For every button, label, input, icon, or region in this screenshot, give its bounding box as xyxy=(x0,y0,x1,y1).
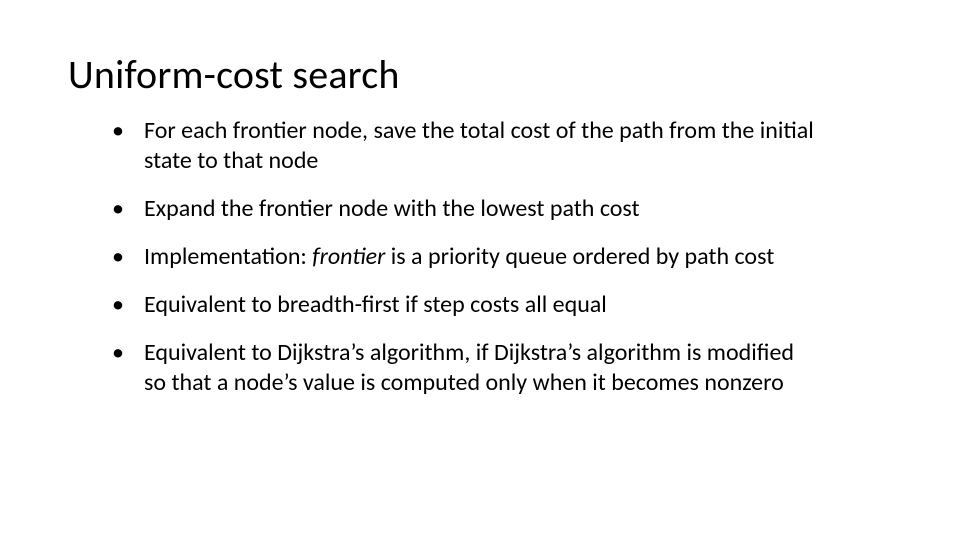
slide: Uniform-cost search •For each frontier n… xyxy=(0,0,960,540)
bullet-text: Expand the frontier node with the lowest… xyxy=(144,194,640,223)
bullet-item: •Equivalent to Dijkstra’s algorithm, if … xyxy=(128,338,818,398)
bullet-item: •Expand the frontier node with the lowes… xyxy=(128,194,818,224)
bullet-item: •For each frontier node, save the total … xyxy=(128,116,818,176)
bullet-text: Equivalent to breadth-first if step cost… xyxy=(144,290,607,319)
slide-body: •For each frontier node, save the total … xyxy=(128,116,818,416)
bullet-dot-icon: • xyxy=(128,194,144,224)
bullet-text: Implementation: xyxy=(144,242,312,271)
bullet-dot-icon: • xyxy=(128,290,144,320)
bullet-item: •Equivalent to breadth-first if step cos… xyxy=(128,290,818,320)
bullet-text: For each frontier node, save the total c… xyxy=(144,116,814,175)
bullet-text: Equivalent to Dijkstra’s algorithm, if D… xyxy=(144,338,794,397)
bullet-dot-icon: • xyxy=(128,242,144,272)
bullet-text-post: is a priority queue ordered by path cost xyxy=(385,242,774,271)
bullet-dot-icon: • xyxy=(128,116,144,146)
bullet-italic: frontier xyxy=(312,242,385,271)
bullet-item: •Implementation: frontier is a priority … xyxy=(128,242,818,272)
slide-title: Uniform-cost search xyxy=(68,50,400,99)
bullet-dot-icon: • xyxy=(128,338,144,368)
